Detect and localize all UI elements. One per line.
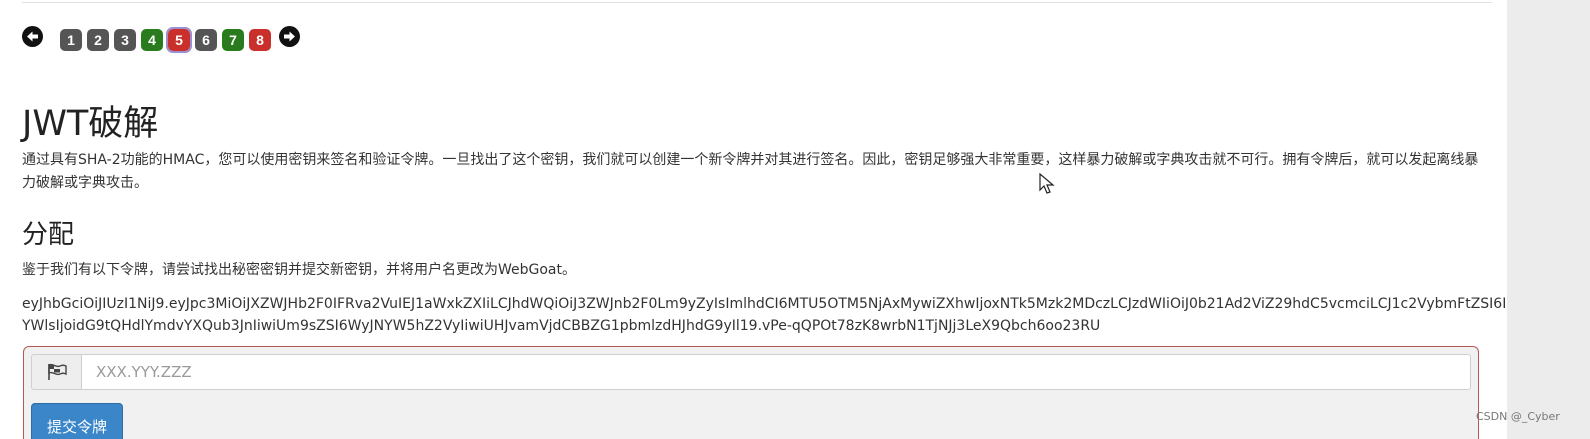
page-button-1[interactable]: 1 xyxy=(60,29,82,51)
page-button-3[interactable]: 3 xyxy=(114,29,136,51)
flag-icon xyxy=(31,354,81,390)
arrow-left-icon[interactable] xyxy=(22,26,43,47)
assignment-form: 提交令牌 xyxy=(23,346,1479,439)
page-button-5[interactable]: 5 xyxy=(166,27,192,53)
page-button-7[interactable]: 7 xyxy=(222,29,244,51)
assignment-heading: 分配 xyxy=(22,220,75,250)
arrow-right-icon[interactable] xyxy=(279,26,300,47)
right-gutter xyxy=(1507,0,1590,439)
jwt-token-text: eyJhbGciOiJIUzI1NiJ9.eyJpc3MiOiJXZWJHb2F… xyxy=(22,296,1507,334)
page-button-8[interactable]: 8 xyxy=(249,29,271,51)
lesson-page: 12345678 JWT破解 通过具有SHA-2功能的HMAC，您可以使用密钥来… xyxy=(0,0,1507,439)
assignment-text: 鉴于我们有以下令牌，请尝试找出秘密密钥并提交新密钥，并将用户名更改为WebGoa… xyxy=(22,262,577,278)
page-button-2[interactable]: 2 xyxy=(87,29,109,51)
top-divider xyxy=(22,0,1492,3)
watermark: CSDN @_Cyber xyxy=(1476,410,1560,423)
submit-token-button[interactable]: 提交令牌 xyxy=(31,403,123,439)
mouse-cursor-icon xyxy=(1039,172,1055,200)
page-button-4[interactable]: 4 xyxy=(141,29,163,51)
token-input[interactable] xyxy=(81,354,1471,390)
page-button-6[interactable]: 6 xyxy=(195,29,217,51)
lesson-title: JWT破解 xyxy=(22,104,159,144)
lesson-description: 通过具有SHA-2功能的HMAC，您可以使用密钥来签名和验证令牌。一旦找出了这个… xyxy=(22,152,1479,191)
token-input-group xyxy=(31,354,1471,390)
